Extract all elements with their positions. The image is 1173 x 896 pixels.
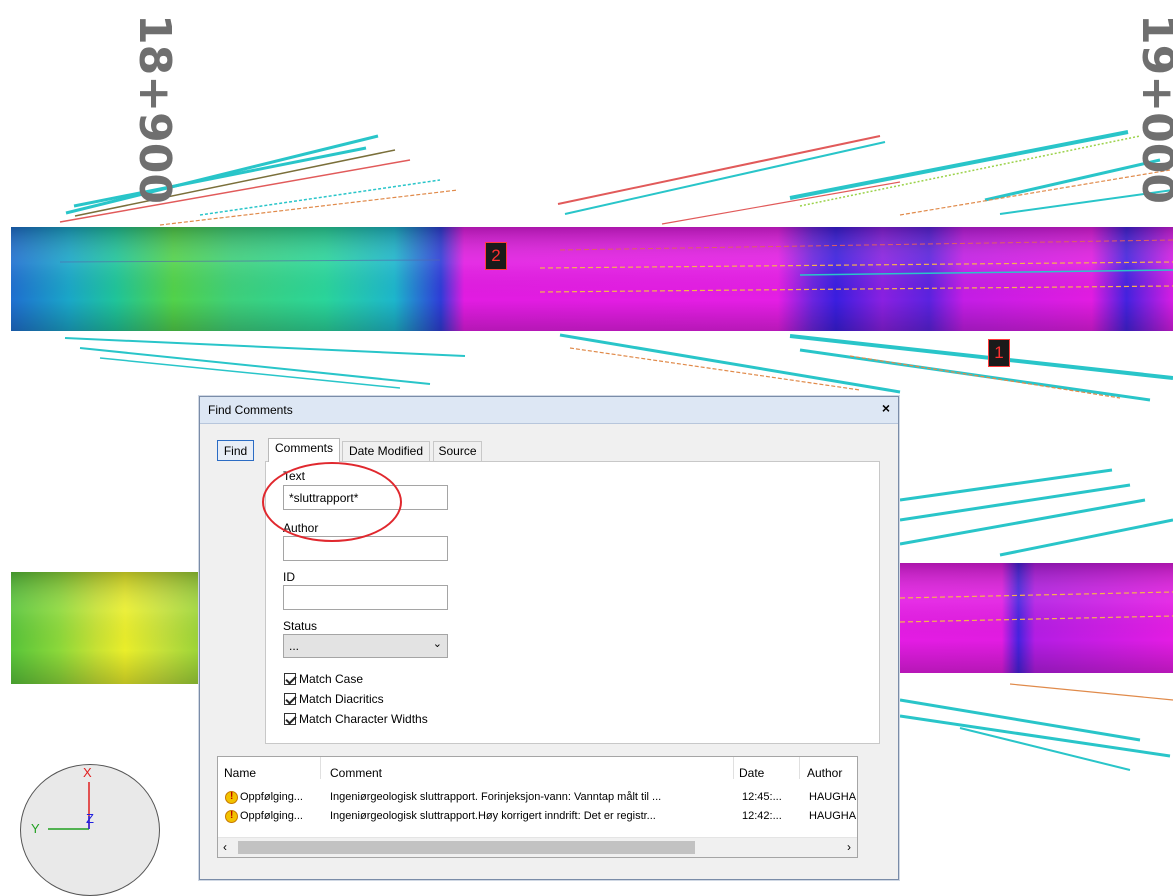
row-author: HAUGHA [809,791,857,803]
id-field[interactable] [283,585,448,610]
scrollbar-thumb[interactable] [238,841,695,854]
table-row[interactable]: Oppfølging... Ingeniørgeologisk sluttrap… [218,788,857,807]
match-case-label: Match Case [299,672,364,686]
dialog-title: Find Comments [208,403,293,417]
column-divider [733,757,734,779]
match-case-checkbox[interactable]: Match Case [284,672,363,686]
y-axis-label: Y [31,821,40,836]
row-date: 12:45:... [742,791,782,803]
tab-date-modified[interactable]: Date Modified [342,441,430,461]
warning-icon [225,810,238,823]
status-select[interactable]: ... ⌄ [283,634,448,658]
find-button[interactable]: Find [217,440,254,461]
tab-comments[interactable]: Comments [268,438,340,462]
column-header-comment[interactable]: Comment [330,766,382,780]
status-value: ... [289,639,300,653]
row-comment: Ingeniørgeologisk sluttrapport. Forinjek… [330,791,662,803]
column-divider [320,757,321,779]
match-character-widths-label: Match Character Widths [299,712,428,726]
dialog-titlebar[interactable]: Find Comments × [200,397,898,424]
tab-source[interactable]: Source [433,441,482,461]
status-label: Status [283,619,318,633]
row-comment: Ingeniørgeologisk sluttrapport.Høy korri… [330,810,656,822]
scroll-left-icon[interactable]: ‹ [223,840,227,854]
column-header-name[interactable]: Name [224,766,256,780]
table-row[interactable]: Oppfølging... Ingeniørgeologisk sluttrap… [218,807,857,826]
station-label-right: 19+000 [1132,14,1173,204]
horizontal-scrollbar[interactable]: ‹ › [218,837,857,857]
column-divider [799,757,800,779]
scroll-right-icon[interactable]: › [847,840,851,854]
highlight-ellipse [262,462,402,542]
row-author: HAUGHA [809,810,857,822]
match-diacritics-label: Match Diacritics [299,692,384,706]
column-header-date[interactable]: Date [739,766,764,780]
x-axis-label: X [83,765,92,780]
chevron-down-icon: ⌄ [432,638,442,650]
z-axis-label: Z [86,811,94,826]
checkbox-checked-icon [284,693,296,705]
match-character-widths-checkbox[interactable]: Match Character Widths [284,712,428,726]
row-date: 12:42:... [742,810,782,822]
warning-icon [225,791,238,804]
orientation-gizmo[interactable]: X Y Z [20,764,160,896]
comment-marker-1[interactable]: 1 [988,339,1010,367]
row-name: Oppfølging... [240,791,303,803]
checkbox-checked-icon [284,673,296,685]
tunnel-upper[interactable] [11,227,1173,331]
close-icon[interactable]: × [882,400,890,416]
rock-bolt-lines-upper [59,130,1173,226]
author-field[interactable] [283,536,448,561]
checkbox-checked-icon [284,713,296,725]
id-label: ID [283,570,295,584]
column-header-author[interactable]: Author [807,766,842,780]
station-label-left: 18+900 [129,14,180,204]
row-name: Oppfølging... [240,810,303,822]
match-diacritics-checkbox[interactable]: Match Diacritics [284,692,384,706]
results-list[interactable]: Name Comment Date Author Oppfølging... I… [217,756,858,858]
comment-marker-2[interactable]: 2 [485,242,507,270]
